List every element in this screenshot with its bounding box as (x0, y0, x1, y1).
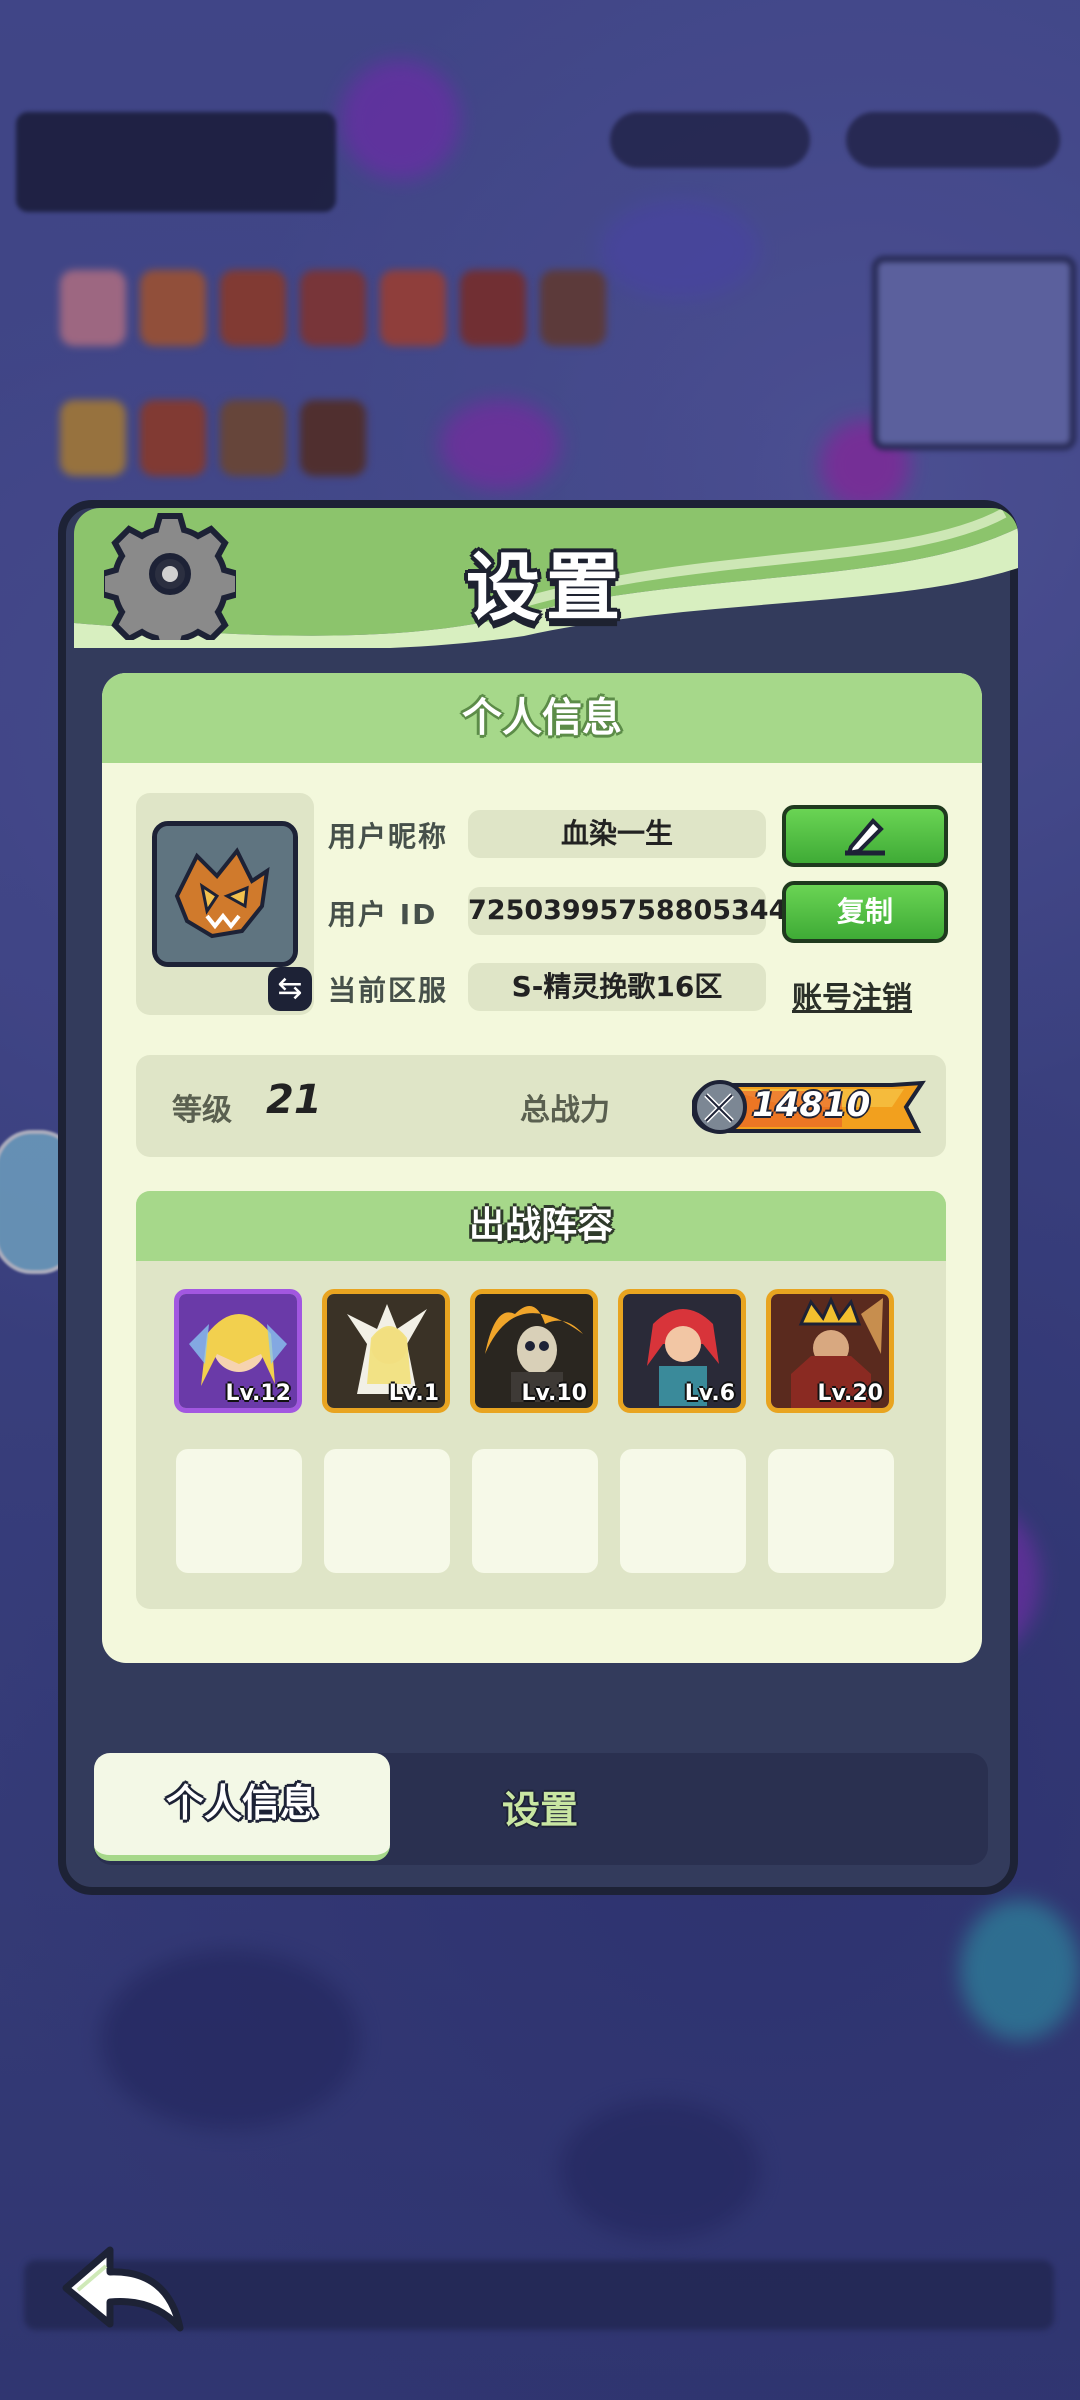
userid-label: 用户 ID (328, 898, 438, 931)
hero-slot-2[interactable]: Lv.1 (322, 1289, 450, 1413)
hero-level: Lv.10 (521, 1381, 587, 1406)
copy-button[interactable]: 复制 (782, 881, 948, 943)
settings-panel: 设置 个人信息 ⇆ 用户昵称 血染一生 用户 ID 72503995758805… (58, 500, 1018, 1895)
power-value: 14810 (752, 1085, 871, 1125)
panel-header: 设置 (74, 508, 1018, 648)
hero-slot-3[interactable]: Lv.10 (470, 1289, 598, 1413)
userid-value: 72503995758805344 (468, 887, 787, 935)
tab-bar: 个人信息 设置 (94, 1753, 988, 1865)
power-badge: 14810 (692, 1079, 926, 1135)
empty-slot[interactable] (324, 1449, 450, 1573)
hero-slot-4[interactable]: Lv.6 (618, 1289, 746, 1413)
server-label: 当前区服 (328, 974, 449, 1007)
nickname-label: 用户昵称 (328, 820, 449, 853)
lineup-section: 出战阵容 Lv.12 Lv.1 Lv.10 Lv.6 Lv.20 (136, 1191, 946, 1609)
hero-slot-1[interactable]: Lv.12 (174, 1289, 302, 1413)
level-label: 等级 (172, 1093, 232, 1128)
power-label: 总战力 (520, 1093, 610, 1128)
edit-nickname-button[interactable] (782, 805, 948, 867)
personal-info-card: 个人信息 ⇆ 用户昵称 血染一生 用户 ID 72503995758805344… (102, 673, 982, 1663)
empty-slot[interactable] (472, 1449, 598, 1573)
hero-level: Lv.12 (225, 1381, 291, 1406)
back-button[interactable] (58, 2240, 188, 2340)
hero-level: Lv.1 (388, 1381, 439, 1406)
swap-icon[interactable]: ⇆ (268, 967, 312, 1011)
empty-slot[interactable] (176, 1449, 302, 1573)
level-value: 21 (266, 1077, 322, 1123)
back-arrow-icon (62, 2246, 184, 2332)
hero-level: Lv.6 (684, 1381, 735, 1406)
nickname-value: 血染一生 (468, 810, 766, 858)
hero-level: Lv.20 (817, 1381, 883, 1406)
avatar-container[interactable]: ⇆ (136, 793, 314, 1015)
stats-bar: 等级 21 总战力 14810 (136, 1055, 946, 1157)
tab-personal-info[interactable]: 个人信息 (94, 1753, 390, 1861)
tab-settings[interactable]: 设置 (502, 1779, 578, 1834)
empty-slot[interactable] (620, 1449, 746, 1573)
panel-title: 设置 (466, 545, 626, 631)
avatar[interactable] (152, 821, 298, 967)
cancel-account-link[interactable]: 账号注销 (792, 973, 912, 1017)
section-title: 个人信息 (102, 673, 982, 763)
lineup-title: 出战阵容 (136, 1191, 946, 1261)
hero-slot-5[interactable]: Lv.20 (766, 1289, 894, 1413)
pencil-icon (845, 818, 885, 856)
empty-slot[interactable] (768, 1449, 894, 1573)
server-value: S-精灵挽歌16区 (468, 963, 766, 1011)
